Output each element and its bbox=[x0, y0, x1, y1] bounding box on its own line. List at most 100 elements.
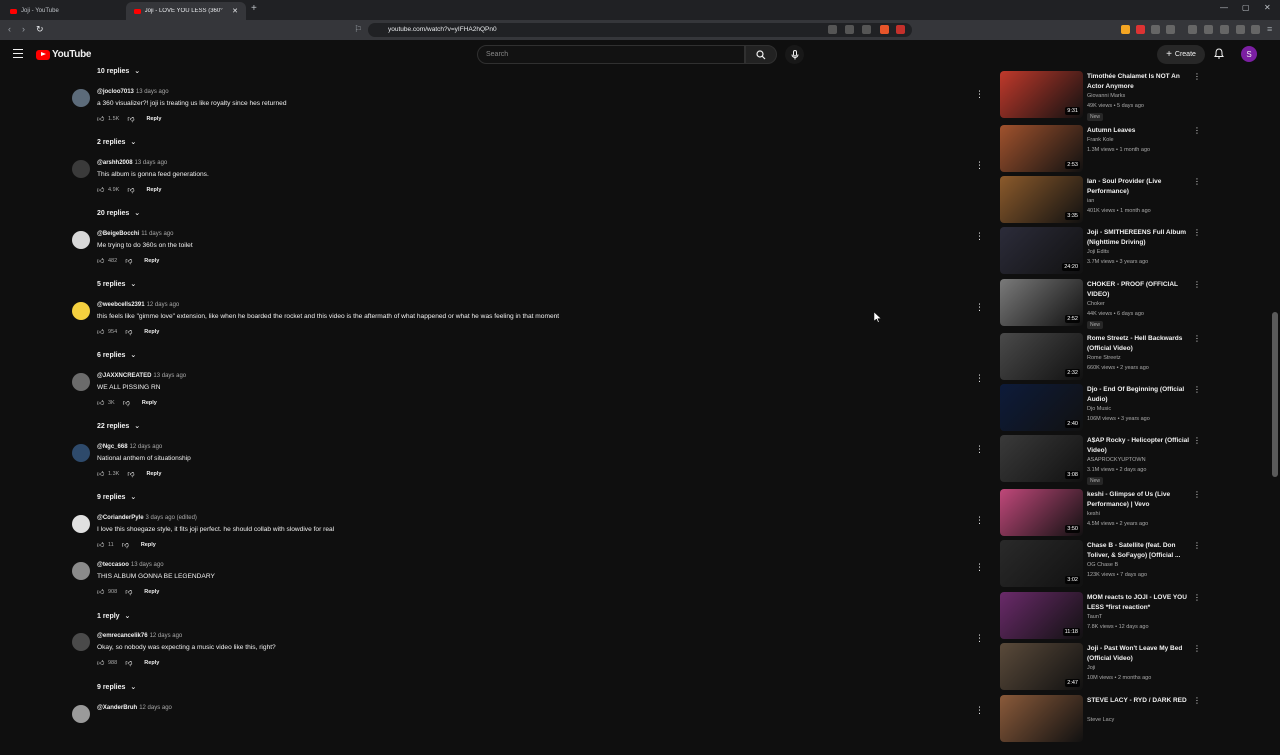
video-thumbnail[interactable]: 11:18 bbox=[1000, 592, 1083, 639]
comment-time[interactable]: 12 days ago bbox=[130, 444, 163, 450]
video-thumbnail[interactable]: 2:47 bbox=[1000, 643, 1083, 690]
like-icon[interactable]: 👍︎ bbox=[97, 658, 108, 667]
more-actions-icon[interactable]: ⋮ bbox=[1193, 280, 1201, 289]
video-thumbnail[interactable]: 9:31 bbox=[1000, 71, 1083, 118]
extension-icon[interactable] bbox=[1151, 25, 1160, 34]
dislike-icon[interactable]: 👎︎ bbox=[127, 185, 134, 194]
more-actions-icon[interactable]: ⋮ bbox=[975, 562, 984, 573]
more-actions-icon[interactable]: ⋮ bbox=[975, 705, 984, 716]
reply-button[interactable]: Reply bbox=[144, 258, 159, 264]
channel-name[interactable]: ian bbox=[1087, 198, 1094, 204]
video-thumbnail[interactable]: 3:08 bbox=[1000, 435, 1083, 482]
replies-toggle[interactable]: 5 replies ⌄ bbox=[97, 280, 136, 288]
dislike-icon[interactable]: 👎︎ bbox=[125, 256, 132, 265]
commenter-avatar[interactable] bbox=[72, 373, 90, 391]
recommended-video[interactable]: 24:20 Joji - SMITHEREENS Full Album (Nigh… bbox=[1000, 227, 1201, 277]
recommended-video[interactable]: 2:32 Rome Streetz - Hell Backwards (Offic… bbox=[1000, 333, 1201, 383]
more-actions-icon[interactable]: ⋮ bbox=[1193, 177, 1201, 186]
commenter-avatar[interactable] bbox=[72, 302, 90, 320]
share-icon[interactable] bbox=[862, 25, 871, 34]
comment-time[interactable]: 3 days ago (edited) bbox=[146, 515, 197, 521]
more-actions-icon[interactable]: ⋮ bbox=[975, 302, 984, 313]
more-actions-icon[interactable]: ⋮ bbox=[1193, 541, 1201, 550]
commenter-avatar[interactable] bbox=[72, 705, 90, 723]
channel-name[interactable]: Joji bbox=[1087, 665, 1095, 671]
like-icon[interactable]: 👍︎ bbox=[97, 327, 108, 336]
brave-shield-icon[interactable] bbox=[880, 25, 889, 34]
replies-toggle[interactable]: 9 replies ⌄ bbox=[97, 683, 136, 691]
extension-icon[interactable] bbox=[1121, 25, 1130, 34]
recommended-video[interactable]: 3:50 keshi - Glimpse of Us (Live Performa… bbox=[1000, 489, 1201, 539]
alert-icon[interactable] bbox=[896, 25, 905, 34]
comment-author[interactable]: @weebcells2391 bbox=[97, 302, 145, 308]
video-title[interactable]: Timothée Chalamet Is NOT An Actor Anymor… bbox=[1087, 72, 1191, 92]
video-thumbnail[interactable]: 3:50 bbox=[1000, 489, 1083, 536]
reply-button[interactable]: Reply bbox=[144, 329, 159, 335]
more-actions-icon[interactable]: ⋮ bbox=[975, 633, 984, 644]
channel-name[interactable]: Frank Kole bbox=[1087, 137, 1114, 143]
comment-author[interactable]: @arshh2008 bbox=[97, 160, 133, 166]
music-icon[interactable] bbox=[1188, 25, 1197, 34]
maximize-icon[interactable]: ▢ bbox=[1242, 3, 1250, 12]
account-avatar[interactable]: S bbox=[1241, 46, 1257, 62]
video-title[interactable]: MOM reacts to JOJI - LOVE YOU LESS *firs… bbox=[1087, 593, 1191, 613]
reply-button[interactable]: Reply bbox=[146, 471, 161, 477]
comment-author[interactable]: @teccasoo bbox=[97, 562, 129, 568]
comment-time[interactable]: 11 days ago bbox=[141, 231, 173, 237]
comment-author[interactable]: @Ngc_668 bbox=[97, 444, 128, 450]
video-thumbnail[interactable]: 3:02 bbox=[1000, 540, 1083, 587]
minimize-icon[interactable]: — bbox=[1220, 3, 1228, 12]
video-title[interactable]: STEVE LACY - RYD / DARK RED bbox=[1087, 696, 1191, 706]
extension-icon[interactable] bbox=[828, 25, 837, 34]
create-button[interactable]: + Create bbox=[1157, 45, 1205, 64]
dislike-icon[interactable]: 👎︎ bbox=[125, 587, 132, 596]
recommended-video[interactable]: 2:47 Joji - Past Won't Leave My Bed (Offi… bbox=[1000, 643, 1201, 693]
leo-icon[interactable] bbox=[1236, 25, 1245, 34]
channel-name[interactable]: Joji Edits bbox=[1087, 249, 1109, 255]
video-title[interactable]: Joji - Past Won't Leave My Bed (Official… bbox=[1087, 644, 1191, 664]
commenter-avatar[interactable] bbox=[72, 562, 90, 580]
video-thumbnail[interactable]: 2:32 bbox=[1000, 333, 1083, 380]
reply-button[interactable]: Reply bbox=[146, 187, 161, 193]
channel-name[interactable]: TaunT bbox=[1087, 614, 1102, 620]
comment-author[interactable]: @JAXXNCREATED bbox=[97, 373, 151, 379]
video-title[interactable]: Ian - Soul Provider (Live Performance) bbox=[1087, 177, 1191, 197]
new-tab-icon[interactable]: + bbox=[251, 3, 257, 14]
video-title[interactable]: Rome Streetz - Hell Backwards (Official … bbox=[1087, 334, 1191, 354]
video-thumbnail[interactable]: 2:53 bbox=[1000, 125, 1083, 172]
video-title[interactable]: CHOKER - PROOF (OFFICIAL VIDEO) bbox=[1087, 280, 1191, 300]
replies-toggle[interactable]: 1 reply ⌄ bbox=[97, 612, 130, 620]
more-actions-icon[interactable]: ⋮ bbox=[975, 231, 984, 242]
channel-name[interactable]: ASAPROCKYUPTOWN bbox=[1087, 457, 1146, 463]
video-thumbnail[interactable] bbox=[1000, 695, 1083, 742]
channel-name[interactable]: OG Chase B bbox=[1087, 562, 1118, 568]
recommended-video[interactable]: 11:18 MOM reacts to JOJI - LOVE YOU LESS … bbox=[1000, 592, 1201, 642]
comment-author[interactable]: @BeigeBocchi bbox=[97, 231, 139, 237]
replies-toggle[interactable]: 20 replies ⌄ bbox=[97, 209, 140, 217]
dislike-icon[interactable]: 👎︎ bbox=[125, 327, 132, 336]
comment-author[interactable]: @jocloo7013 bbox=[97, 89, 134, 95]
forward-icon[interactable]: › bbox=[22, 24, 25, 34]
video-thumbnail[interactable]: 2:40 bbox=[1000, 384, 1083, 431]
channel-name[interactable]: Rome Streetz bbox=[1087, 355, 1121, 361]
more-actions-icon[interactable]: ⋮ bbox=[1193, 490, 1201, 499]
more-actions-icon[interactable]: ⋮ bbox=[1193, 72, 1201, 81]
more-actions-icon[interactable]: ⋮ bbox=[1193, 228, 1201, 237]
sidebar-icon[interactable] bbox=[1204, 25, 1213, 34]
reply-button[interactable]: Reply bbox=[144, 589, 159, 595]
commenter-avatar[interactable] bbox=[72, 515, 90, 533]
video-thumbnail[interactable]: 2:52 bbox=[1000, 279, 1083, 326]
more-actions-icon[interactable]: ⋮ bbox=[1193, 126, 1201, 135]
like-icon[interactable]: 👍︎ bbox=[97, 185, 108, 194]
replies-toggle[interactable]: 2 replies ⌄ bbox=[97, 138, 136, 146]
more-actions-icon[interactable]: ⋮ bbox=[975, 373, 984, 384]
voice-search-button[interactable] bbox=[785, 45, 804, 64]
search-button[interactable] bbox=[745, 45, 777, 64]
video-title[interactable]: Autumn Leaves bbox=[1087, 126, 1191, 136]
comment-author[interactable]: @XanderBruh bbox=[97, 705, 137, 711]
channel-name[interactable]: Choker bbox=[1087, 301, 1105, 307]
commenter-avatar[interactable] bbox=[72, 633, 90, 651]
comment-time[interactable]: 13 days ago bbox=[153, 373, 186, 379]
recommended-video[interactable]: 2:52 CHOKER - PROOF (OFFICIAL VIDEO) Choke… bbox=[1000, 279, 1201, 329]
comment-time[interactable]: 13 days ago bbox=[131, 562, 164, 568]
